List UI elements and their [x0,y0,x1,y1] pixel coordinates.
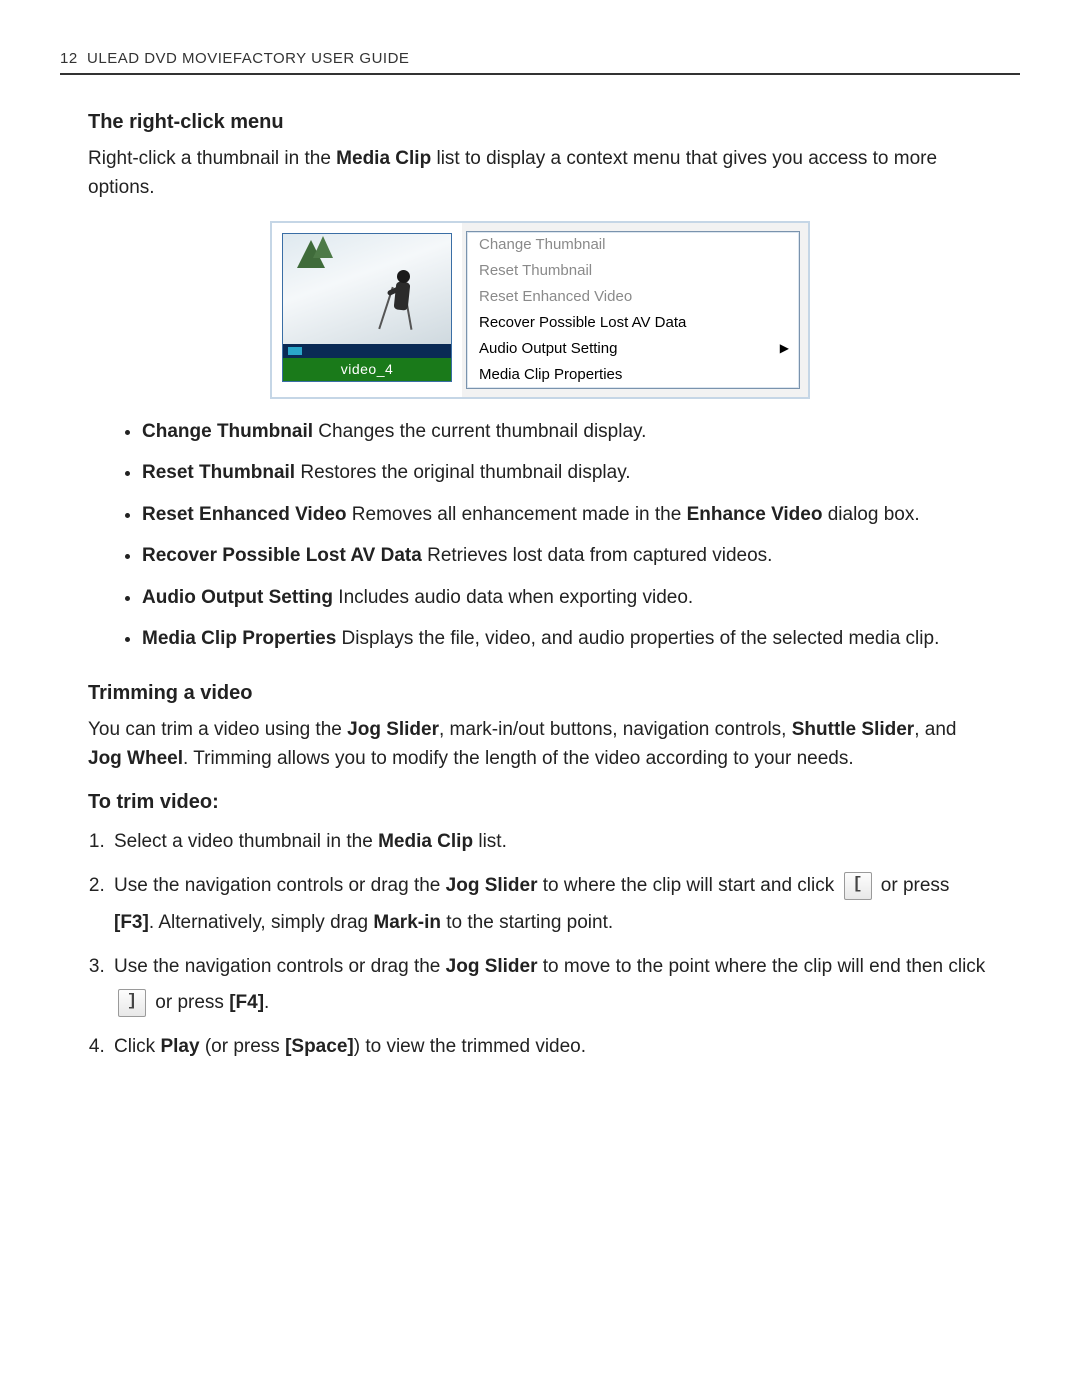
text: list. [473,831,507,852]
menu-item-label: Recover Possible Lost AV Data [479,314,686,331]
desc-bold: Enhance Video [687,504,823,525]
menu-item-reset-enhanced-video[interactable]: Reset Enhanced Video [467,284,799,310]
text-bold: [F4] [229,992,264,1013]
running-title: ULEAD DVD MOVIEFACTORY USER GUIDE [87,50,409,67]
text: to the starting point. [441,912,613,933]
bullet-list-menu-items: Change Thumbnail Changes the current thu… [88,417,992,654]
desc: Changes the current thumbnail display. [313,421,646,442]
text: (or press [200,1036,286,1057]
text: to where the clip will start and click [538,875,840,896]
menu-item-audio-output-setting[interactable]: Audio Output Setting ▶ [467,336,799,362]
text-bold: Jog Wheel [88,748,183,769]
list-item: Audio Output Setting Includes audio data… [142,583,992,612]
text: Click [114,1036,160,1057]
paragraph-rcm-intro: Right-click a thumbnail in the Media Cli… [88,144,992,203]
thumbnail-selected[interactable]: video_4 [282,233,452,382]
desc: dialog box. [822,504,919,525]
running-header: 12 ULEAD DVD MOVIEFACTORY USER GUIDE [60,50,1020,75]
term: Reset Enhanced Video [142,504,347,525]
text-bold: [Space] [285,1036,354,1057]
desc: Restores the original thumbnail display. [295,462,631,483]
thumbnail-image [283,234,451,344]
context-menu-column: Change Thumbnail Reset Thumbnail Reset E… [462,223,808,397]
text: Use the navigation controls or drag the [114,956,446,977]
desc: Includes audio data when exporting video… [333,587,693,608]
text: You can trim a video using the [88,719,347,740]
text: Select a video thumbnail in the [114,831,378,852]
thumbnail-column: video_4 [272,223,462,397]
text-bold: Play [160,1036,199,1057]
text-bold: Shuttle Slider [792,719,914,740]
context-menu: Change Thumbnail Reset Thumbnail Reset E… [466,231,800,389]
thumbnail-caption: video_4 [283,358,451,381]
text: or press [876,875,950,896]
text: . Alternatively, simply drag [149,912,374,933]
figure-context-menu: video_4 Change Thumbnail Reset Thumbnail… [270,221,810,399]
list-item: Change Thumbnail Changes the current thu… [142,417,992,446]
list-item: Recover Possible Lost AV Data Retrieves … [142,541,992,570]
heading-to-trim-video: To trim video: [88,791,992,814]
term: Change Thumbnail [142,421,313,442]
page-number: 12 [60,50,78,67]
list-item: Media Clip Properties Displays the file,… [142,624,992,653]
text: or press [150,992,229,1013]
text-bold: Jog Slider [347,719,439,740]
text-bold: [F3] [114,912,149,933]
menu-item-label: Media Clip Properties [479,366,622,383]
menu-item-label: Change Thumbnail [479,236,605,253]
desc: Displays the file, video, and audio prop… [336,628,939,649]
paragraph-trim-intro: You can trim a video using the Jog Slide… [88,715,992,774]
menu-item-media-clip-properties[interactable]: Media Clip Properties [467,362,799,388]
text: ) to view the trimmed video. [354,1036,586,1057]
term: Recover Possible Lost AV Data [142,545,422,566]
text-bold: Jog Slider [446,956,538,977]
text: Right-click a thumbnail in the [88,148,336,169]
text: . [264,992,269,1013]
text-bold: Mark-in [373,912,441,933]
text: to move to the point where the clip will… [538,956,986,977]
list-item: Reset Enhanced Video Removes all enhance… [142,500,992,529]
step-item: Use the navigation controls or drag the … [110,949,992,1021]
content-area: The right-click menu Right-click a thumb… [60,111,1020,1065]
submenu-arrow-icon: ▶ [780,341,789,355]
list-item: Reset Thumbnail Restores the original th… [142,458,992,487]
text-bold: Jog Slider [446,875,538,896]
heading-trimming-video: Trimming a video [88,682,992,705]
text-bold: Media Clip [378,831,473,852]
menu-item-label: Audio Output Setting [479,340,617,357]
mark-in-icon: [ [844,872,872,900]
text: . Trimming allows you to modify the leng… [183,748,854,769]
text: Use the navigation controls or drag the [114,875,446,896]
steps-list: Select a video thumbnail in the Media Cl… [88,824,992,1065]
menu-item-label: Reset Thumbnail [479,262,592,279]
text-bold: Media Clip [336,148,431,169]
mark-out-icon: ] [118,989,146,1017]
term: Reset Thumbnail [142,462,295,483]
text: , and [914,719,956,740]
step-item: Select a video thumbnail in the Media Cl… [110,824,992,860]
step-item: Click Play (or press [Space]) to view th… [110,1029,992,1065]
desc: Removes all enhancement made in the [347,504,687,525]
term: Media Clip Properties [142,628,336,649]
desc: Retrieves lost data from captured videos… [422,545,773,566]
menu-item-recover-av-data[interactable]: Recover Possible Lost AV Data [467,310,799,336]
menu-item-label: Reset Enhanced Video [479,288,632,305]
step-item: Use the navigation controls or drag the … [110,868,992,940]
term: Audio Output Setting [142,587,333,608]
page: 12 ULEAD DVD MOVIEFACTORY USER GUIDE The… [0,0,1080,1379]
menu-item-reset-thumbnail[interactable]: Reset Thumbnail [467,258,799,284]
thumbnail-filmstrip [283,344,451,358]
text: , mark-in/out buttons, navigation contro… [439,719,792,740]
menu-item-change-thumbnail[interactable]: Change Thumbnail [467,232,799,258]
heading-right-click-menu: The right-click menu [88,111,992,134]
